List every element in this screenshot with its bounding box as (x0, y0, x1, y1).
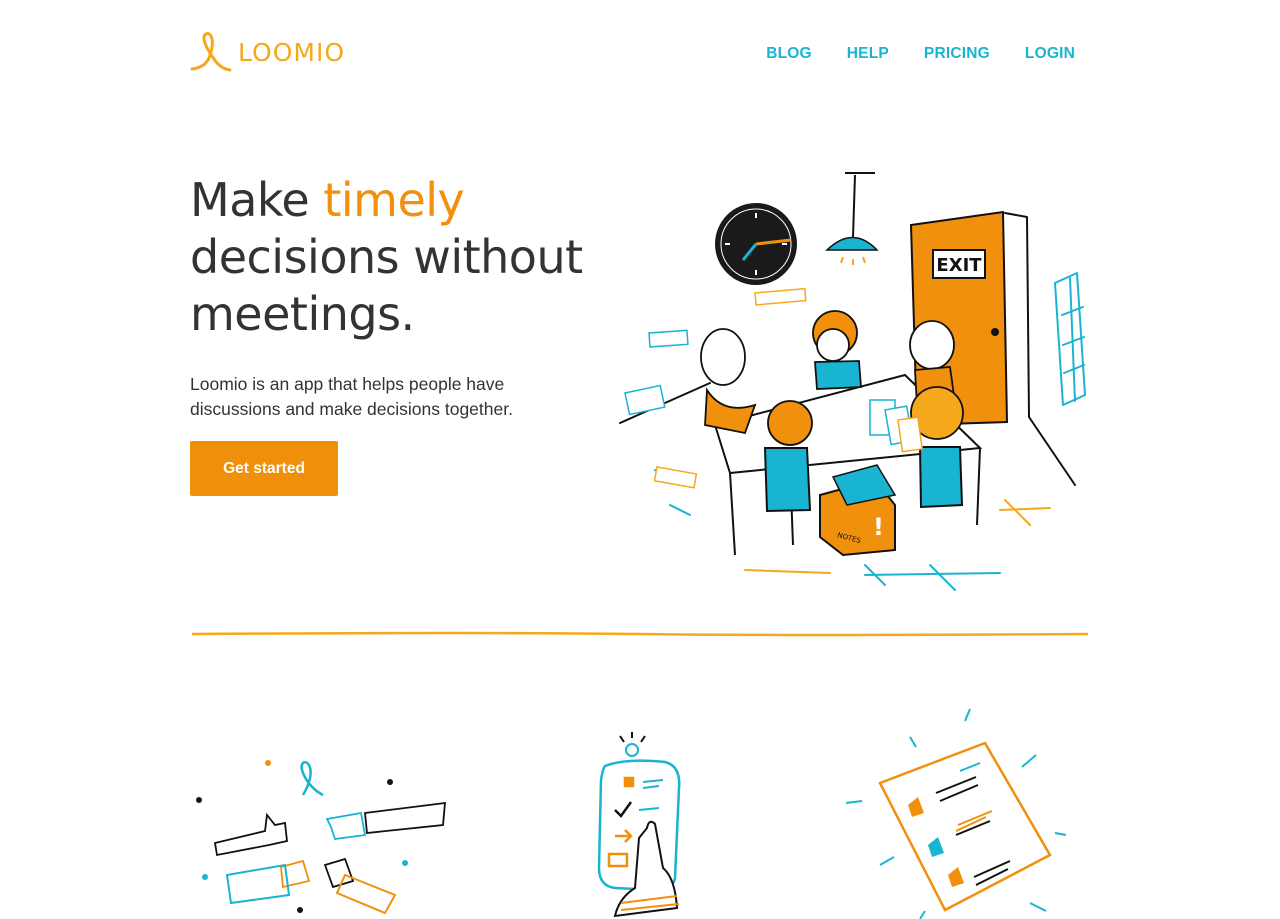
loomio-logo-icon (190, 32, 232, 72)
phone-notifications-icon (597, 732, 681, 918)
nav-help-link[interactable]: HELP (847, 45, 889, 63)
meeting-room-illustration: EXIT ! NOTES (619, 172, 1086, 591)
main-nav: BLOG HELP PRICING LOGIN (731, 45, 1075, 63)
page: LOOMIO BLOG HELP PRICING LOGIN Make time… (0, 0, 1280, 919)
logo-text: LOOMIO (238, 37, 346, 67)
headline-accent: timely (323, 173, 465, 227)
headline-post: decisions without meetings. (190, 230, 583, 341)
svg-text:!: ! (873, 513, 884, 541)
exit-sign-text: EXIT (936, 255, 982, 276)
nav-login-link[interactable]: LOGIN (1025, 45, 1075, 63)
headline-pre: Make (190, 173, 324, 227)
section-divider (191, 631, 1089, 637)
wall-clock (715, 203, 797, 285)
thumbs-up-hands-icon (196, 760, 446, 915)
hero-headline: Make timely decisions without meetings. (190, 172, 610, 343)
document-votes-icon (845, 708, 1067, 919)
get-started-button[interactable]: Get started (190, 441, 338, 496)
hero-subtitle: Loomio is an app that helps people have … (190, 374, 513, 419)
nav-blog-link[interactable]: BLOG (766, 45, 812, 63)
nav-pricing-link[interactable]: PRICING (924, 45, 990, 63)
logo-link[interactable]: LOOMIO (190, 32, 345, 72)
